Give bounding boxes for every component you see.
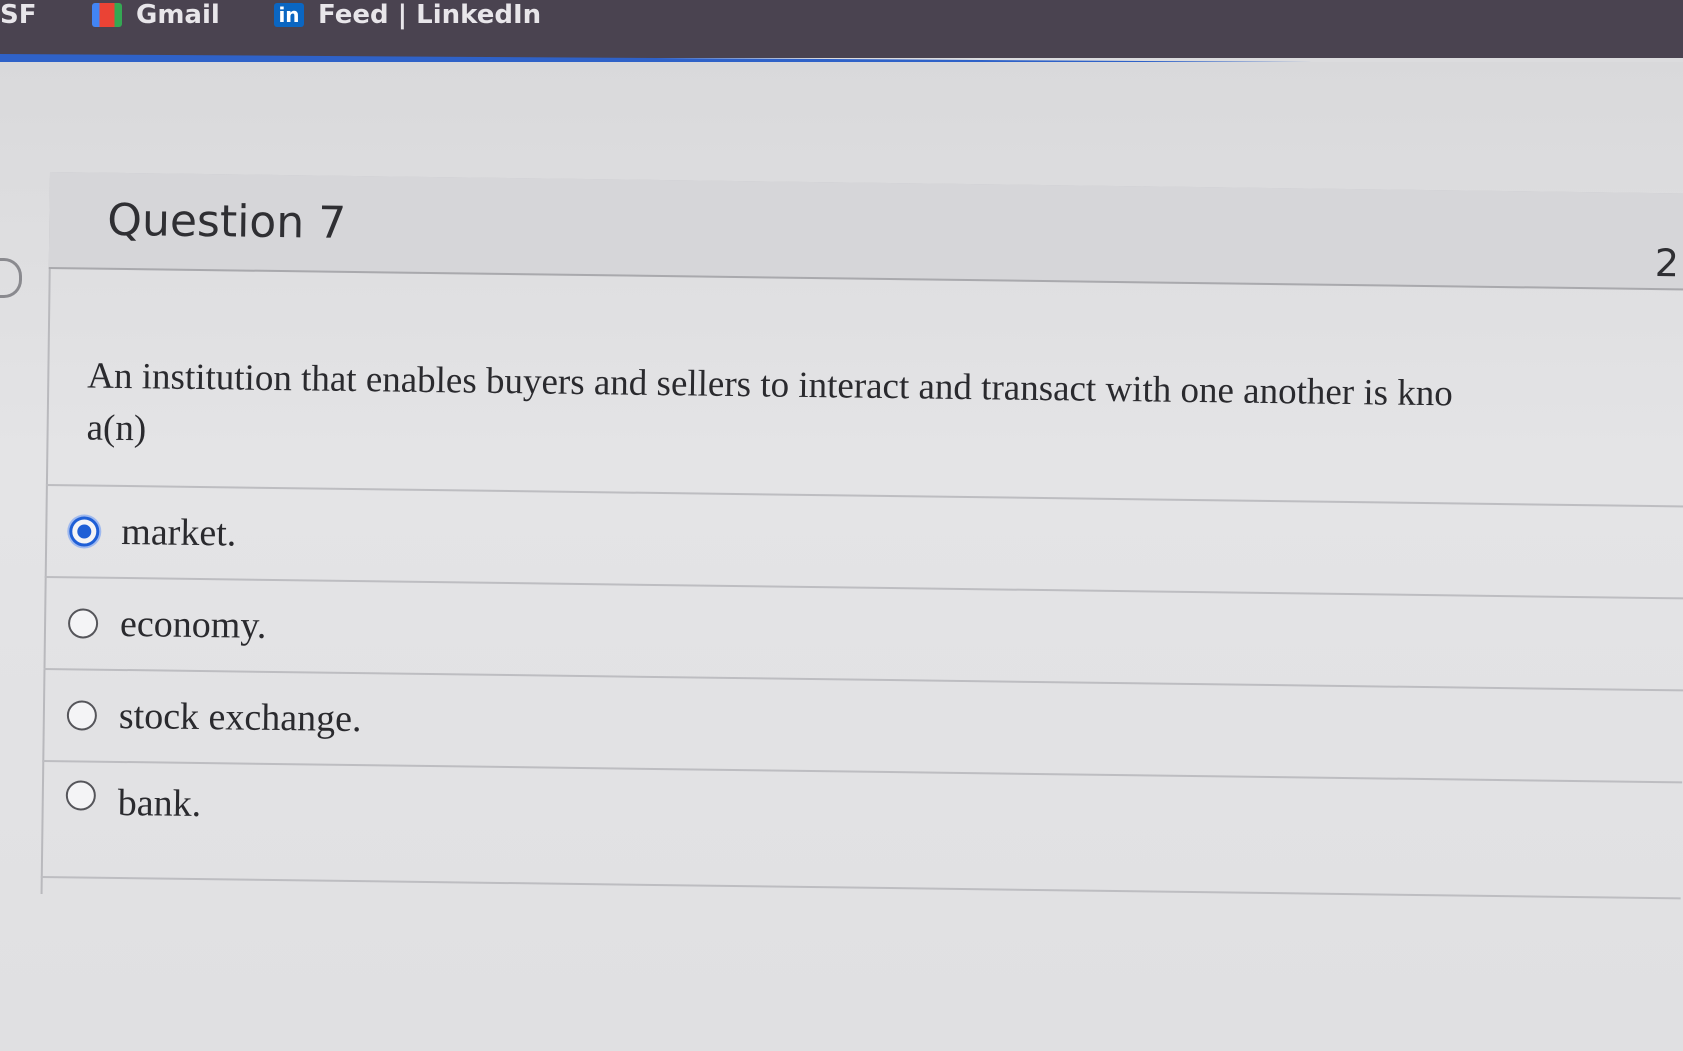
linkedin-icon: in — [274, 3, 304, 27]
radio-icon[interactable] — [65, 780, 97, 811]
radio-selected-icon[interactable] — [69, 516, 100, 547]
bookmark-sf[interactable]: SF — [0, 0, 37, 30]
bookmark-linkedin[interactable]: in Feed | LinkedIn — [274, 0, 541, 30]
radio-icon[interactable] — [67, 608, 99, 639]
question-title: Question 7 — [107, 194, 347, 249]
bookmarks-bar: SF Gmail in Feed | LinkedIn — [0, 0, 1683, 58]
answer-label: stock exchange. — [118, 694, 362, 741]
radio-icon[interactable] — [66, 700, 98, 731]
answer-label: bank. — [117, 781, 202, 826]
question-points: 2 — [1654, 241, 1680, 286]
collapse-chevron-icon[interactable] — [0, 258, 22, 298]
bookmark-label: SF — [0, 0, 37, 30]
quiz-page: Question 7 2 An institution that enables… — [0, 62, 1683, 1051]
answer-list: market. economy. stock exchange. bank. — [40, 483, 1683, 900]
bookmark-gmail[interactable]: Gmail — [92, 0, 220, 30]
answer-option-bank[interactable]: bank. — [40, 759, 1683, 900]
question-card: Question 7 2 An institution that enables… — [40, 172, 1683, 993]
gmail-icon — [92, 3, 122, 27]
answer-label: economy. — [119, 602, 267, 647]
bookmark-label: Gmail — [136, 0, 220, 30]
answer-label: market. — [121, 510, 237, 555]
question-text: An institution that enables buyers and s… — [86, 351, 1683, 476]
bookmark-label: Feed | LinkedIn — [318, 0, 542, 30]
